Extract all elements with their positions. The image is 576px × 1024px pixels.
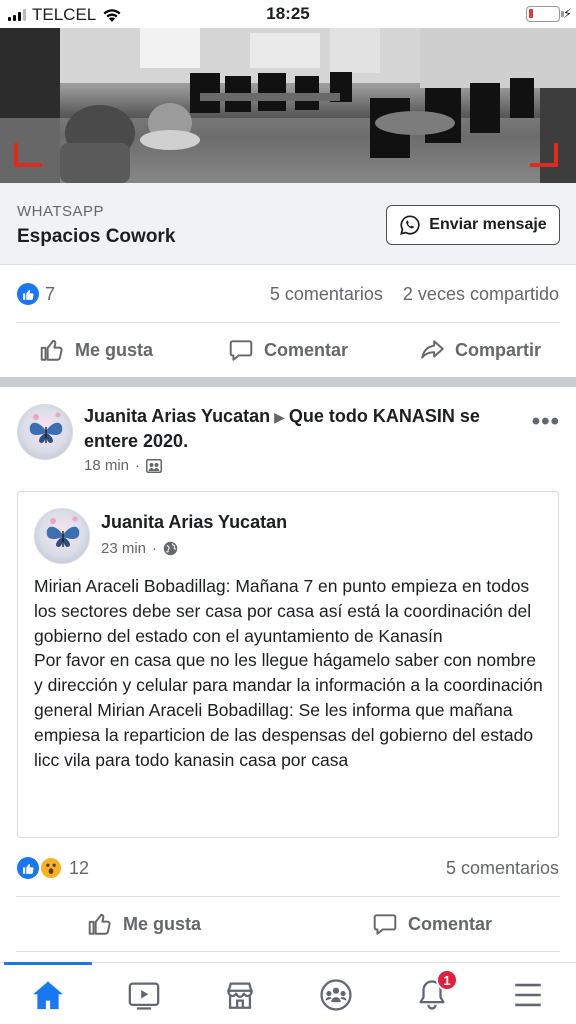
post-author-avatar[interactable] bbox=[17, 404, 73, 460]
post-time[interactable]: 18 min bbox=[84, 457, 129, 474]
arrow-right-icon: ▶ bbox=[274, 409, 285, 425]
frame-corner-right bbox=[530, 143, 558, 167]
clock: 18:25 bbox=[266, 4, 310, 23]
ad-share-label: Compartir bbox=[454, 339, 541, 360]
groups-icon bbox=[320, 979, 352, 1011]
shared-author-avatar[interactable] bbox=[34, 508, 90, 564]
post-like-label: Me gusta bbox=[122, 913, 201, 934]
post-author-name[interactable]: Juanita Arias Yucatan bbox=[84, 406, 270, 426]
post-comment-button[interactable]: Comentar bbox=[288, 911, 576, 937]
ad-share-button[interactable]: Compartir bbox=[384, 337, 576, 363]
shared-post-card[interactable]: Juanita Arias Yucatan 23 min · Mirian Ar… bbox=[17, 491, 559, 838]
group-members-icon bbox=[146, 458, 163, 473]
ad-like-button[interactable]: Me gusta bbox=[0, 337, 192, 363]
post-stats-row: 12 5 comentarios bbox=[0, 840, 576, 896]
ad-source-label: WHATSAPP bbox=[17, 203, 105, 220]
post-comments-count[interactable]: 5 comentarios bbox=[446, 858, 559, 879]
shared-post-text: Mirian Araceli Bobadillag: Mañana 7 en p… bbox=[34, 576, 543, 770]
post-meta: 18 min · bbox=[84, 457, 163, 474]
shared-author-name[interactable]: Juanita Arias Yucatan bbox=[101, 512, 287, 533]
ad-comment-label: Comentar bbox=[263, 339, 348, 360]
thumbs-up-icon bbox=[40, 339, 63, 361]
wow-reaction-icon bbox=[39, 856, 63, 880]
notification-badge: 1 bbox=[436, 969, 458, 991]
more-options-icon[interactable]: ••• bbox=[532, 408, 560, 436]
post-comment-label: Comentar bbox=[407, 913, 492, 934]
whatsapp-icon bbox=[400, 215, 420, 235]
tab-home[interactable] bbox=[0, 973, 96, 1017]
post-actions-row: Me gusta Comentar bbox=[0, 896, 576, 952]
like-reaction-icon bbox=[17, 283, 39, 305]
ad-photo[interactable] bbox=[0, 28, 576, 183]
office-photo-illustration bbox=[0, 28, 576, 183]
ad-comments-count[interactable]: 5 comentarios bbox=[270, 284, 383, 304]
ad-actions-row: Me gusta Comentar Compartir bbox=[0, 322, 576, 378]
frame-corner-left bbox=[14, 143, 42, 167]
watch-icon bbox=[128, 982, 160, 1010]
bottom-tab-bar: 1 bbox=[0, 962, 576, 1024]
home-icon bbox=[33, 981, 63, 1010]
tab-watch[interactable] bbox=[96, 973, 192, 1017]
ad-page-name[interactable]: Espacios Cowork bbox=[17, 226, 175, 248]
ad-like-label: Me gusta bbox=[74, 339, 153, 360]
send-message-button[interactable]: Enviar mensaje bbox=[386, 205, 560, 245]
ad-comments-shares[interactable]: 5 comentarios 2 veces compartido bbox=[270, 284, 559, 305]
post-like-button[interactable]: Me gusta bbox=[0, 911, 288, 937]
ad-reaction-count: 7 bbox=[45, 283, 56, 304]
ad-comment-button[interactable]: Comentar bbox=[192, 337, 384, 363]
butterfly-icon bbox=[46, 516, 80, 547]
divider bbox=[16, 951, 560, 952]
butterfly-icon bbox=[29, 412, 63, 443]
comment-icon bbox=[229, 340, 253, 361]
ad-info-card: WHATSAPP Espacios Cowork Enviar mensaje bbox=[0, 183, 576, 265]
shared-post-meta: 23 min · bbox=[101, 540, 178, 557]
post-reaction-count: 12 bbox=[69, 857, 90, 878]
ad-stats-row: 7 5 comentarios 2 veces compartido bbox=[0, 266, 576, 322]
battery-icon bbox=[526, 6, 564, 22]
send-message-label: Enviar mensaje bbox=[429, 216, 547, 233]
tab-groups[interactable] bbox=[288, 973, 384, 1017]
menu-icon bbox=[515, 983, 541, 1007]
feed-separator bbox=[0, 377, 576, 387]
tab-menu[interactable] bbox=[480, 973, 576, 1017]
tab-notifications[interactable]: 1 bbox=[384, 969, 480, 1017]
ad-shares-count[interactable]: 2 veces compartido bbox=[403, 284, 559, 304]
thumbs-up-icon bbox=[88, 913, 111, 935]
post-header: Juanita Arias Yucatan ▶ Que todo KANASIN s… bbox=[84, 404, 524, 453]
shared-post-time[interactable]: 23 min bbox=[101, 540, 146, 557]
marketplace-icon bbox=[227, 982, 253, 1009]
globe-icon bbox=[163, 541, 178, 556]
status-bar: TELCEL 18:25 ⚡ bbox=[0, 0, 576, 28]
tab-marketplace[interactable] bbox=[192, 973, 288, 1017]
active-tab-indicator bbox=[4, 962, 92, 965]
post-reactions[interactable]: 12 bbox=[17, 856, 89, 880]
comment-icon bbox=[373, 914, 397, 935]
like-reaction-icon bbox=[17, 857, 39, 879]
charging-icon: ⚡ bbox=[562, 6, 572, 21]
share-icon bbox=[421, 340, 444, 359]
ad-reactions[interactable]: 7 bbox=[17, 283, 55, 305]
